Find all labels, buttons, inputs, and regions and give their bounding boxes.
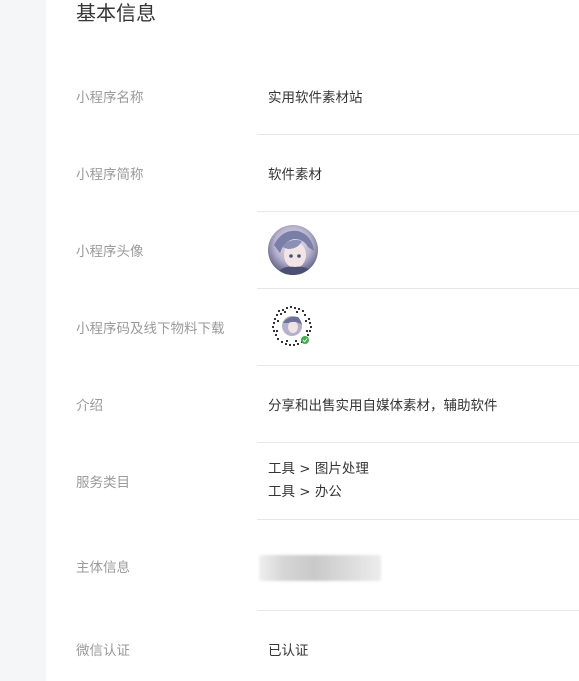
avatar [268, 225, 318, 275]
wechat-cert-value: 已认证 [268, 643, 309, 659]
short-name-value: 软件素材 [268, 167, 322, 183]
category-list: 工具 > 图片处理 工具 > 办公 [268, 458, 369, 504]
section-title: 基本信息 [76, 1, 156, 25]
intro-value: 分享和出售实用自媒体素材，辅助软件 [268, 398, 498, 414]
wechat-cert-label: 微信认证 [76, 643, 130, 659]
intro-label: 介绍 [76, 398, 103, 414]
redacted-entity-info [259, 555, 381, 581]
category-label: 服务类目 [76, 475, 130, 491]
name-value: 实用软件素材站 [268, 90, 363, 106]
divider [257, 365, 579, 366]
divider [257, 211, 579, 212]
entity-label: 主体信息 [76, 560, 130, 576]
divider [257, 288, 579, 289]
mini-program-code-image[interactable] [268, 302, 316, 350]
name-label: 小程序名称 [76, 90, 144, 106]
divider [257, 442, 579, 443]
avatar-label: 小程序头像 [76, 244, 144, 260]
category-item: 工具 > 图片处理 [268, 461, 369, 477]
divider [257, 519, 579, 520]
qrcode-label[interactable]: 小程序码及线下物料下载 [76, 317, 225, 337]
category-item: 工具 > 办公 [268, 484, 342, 500]
divider [257, 134, 579, 135]
divider [257, 610, 579, 611]
basic-info-panel: 基本信息 小程序名称 实用软件素材站 小程序简称 软件素材 小程序头像 小程序码… [46, 0, 579, 681]
short-name-label: 小程序简称 [76, 167, 144, 183]
